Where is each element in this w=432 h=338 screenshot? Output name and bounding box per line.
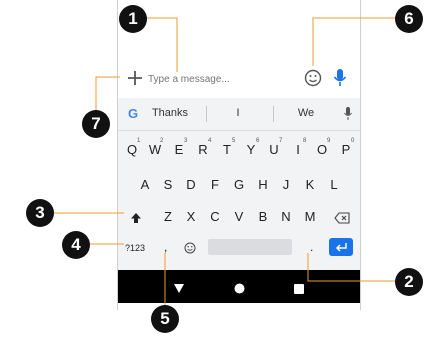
callout-badge-6: 6 [395, 5, 423, 33]
callout-line-2 [307, 253, 397, 282]
callout-badge-2: 2 [395, 268, 423, 296]
callout-badge-1: 1 [119, 5, 147, 33]
callout-line-6 [312, 17, 397, 66]
callout-badge-4: 4 [62, 231, 90, 259]
callout-line-7 [95, 76, 120, 111]
callout-badge-5: 5 [151, 305, 179, 333]
callout-badge-3: 3 [26, 199, 54, 227]
callout-lines [50, 17, 397, 305]
callout-badge-7: 7 [82, 110, 110, 138]
callout-line-1 [145, 17, 178, 72]
